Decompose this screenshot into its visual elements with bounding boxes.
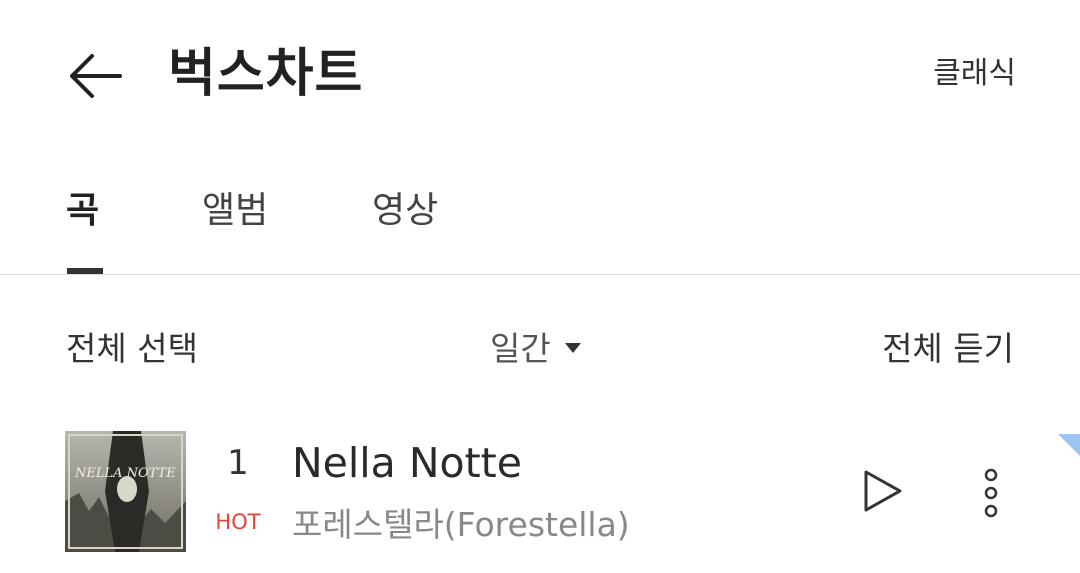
classic-chart-link[interactable]: 클래식 [920, 52, 1016, 96]
more-vertical-icon [984, 468, 998, 518]
select-all-button[interactable]: 전체 선택 [66, 326, 198, 372]
active-tab-indicator [67, 268, 103, 274]
hot-badge: HOT [215, 510, 261, 534]
tab-albums[interactable]: 앨범 [202, 186, 268, 236]
tab-bar: 곡 앨범 영상 [0, 172, 1080, 275]
tab-songs[interactable]: 곡 [66, 186, 99, 236]
play-all-button[interactable]: 전체 듣기 [860, 326, 1014, 372]
track-title[interactable]: Nella Notte [292, 436, 522, 490]
track-rank: 1 [227, 443, 249, 483]
more-options-button[interactable] [976, 466, 1006, 520]
track-row[interactable]: NELLA NOTTE 1 HOT Nella Notte 포레스텔라(Fore… [0, 418, 1080, 573]
play-icon [864, 470, 902, 512]
back-button[interactable] [64, 48, 124, 104]
caret-down-icon [564, 342, 581, 353]
track-artist[interactable]: 포레스텔라(Forestella) [292, 502, 630, 548]
album-art-image: NELLA NOTTE [65, 431, 186, 552]
tab-videos[interactable]: 영상 [372, 186, 438, 236]
play-button[interactable] [856, 466, 906, 516]
arrow-left-icon [70, 54, 122, 98]
album-art-text: NELLA NOTTE [74, 466, 176, 481]
page-title: 벅스차트 [168, 44, 364, 104]
new-entry-flag-icon [1058, 434, 1080, 456]
period-dropdown[interactable]: 일간 [490, 326, 581, 372]
period-label: 일간 [490, 329, 551, 368]
album-art[interactable]: NELLA NOTTE [65, 431, 186, 552]
